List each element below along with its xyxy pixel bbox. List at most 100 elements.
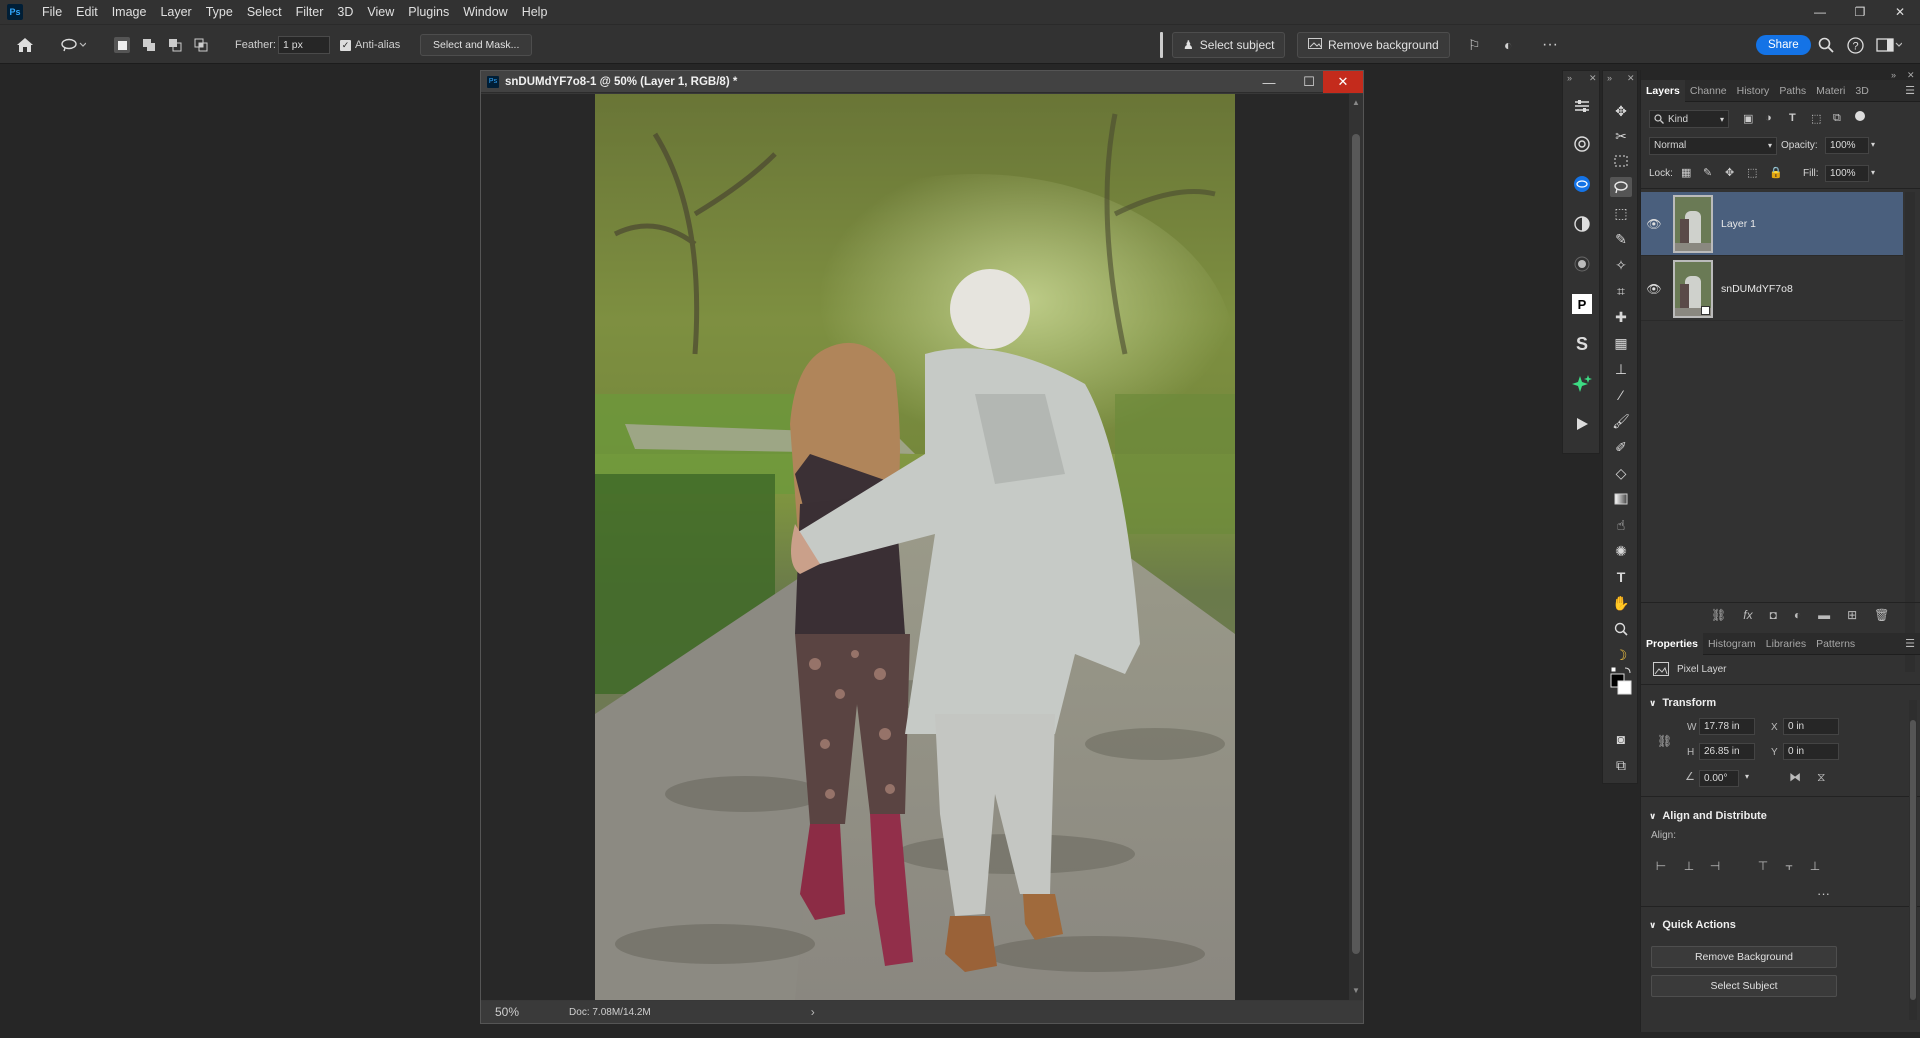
fill-input[interactable]: 100% xyxy=(1825,165,1869,182)
workspace-icon[interactable] xyxy=(1876,25,1902,65)
tab-properties[interactable]: Properties xyxy=(1641,632,1703,655)
angle-chevron-icon[interactable]: ▾ xyxy=(1745,772,1749,781)
canvas-area[interactable] xyxy=(481,94,1349,1000)
opacity-input[interactable]: 100% xyxy=(1825,137,1869,154)
filter-type-icon[interactable]: T xyxy=(1789,112,1796,124)
zoom-tool-icon[interactable] xyxy=(1610,619,1632,639)
artboard-tool-icon[interactable]: ✂ xyxy=(1610,126,1632,146)
plugin-p-panel-icon[interactable]: P xyxy=(1571,293,1593,315)
marquee-tool-icon[interactable] xyxy=(1610,151,1632,171)
eye-icon[interactable]: 👁 xyxy=(1641,217,1667,231)
menu-filter[interactable]: Filter xyxy=(289,0,331,24)
history-brush-tool-icon[interactable]: ✐ xyxy=(1610,437,1632,457)
color-panel-icon[interactable] xyxy=(1571,213,1593,235)
brush-tool-icon[interactable]: 🖌 xyxy=(1610,411,1632,431)
actions-play-icon[interactable] xyxy=(1571,413,1593,435)
layer-name[interactable]: Layer 1 xyxy=(1721,218,1756,230)
filter-shape-icon[interactable]: ⬚ xyxy=(1811,112,1821,125)
tab-patterns[interactable]: Patterns xyxy=(1811,633,1860,655)
remove-background-button[interactable]: Remove background xyxy=(1297,32,1450,58)
properties-scrollbar[interactable] xyxy=(1909,700,1917,1020)
lock-transparent-icon[interactable]: ▦ xyxy=(1681,166,1691,179)
lasso-tool-preset-icon[interactable] xyxy=(60,25,86,65)
sparkle-panel-icon[interactable] xyxy=(1571,373,1593,395)
app-minimize-button[interactable]: — xyxy=(1800,0,1840,24)
align-center-horizontal-icon[interactable]: ⊥ xyxy=(1681,858,1697,874)
healing-brush-tool-icon[interactable]: ✚ xyxy=(1610,307,1632,327)
menu-3d[interactable]: 3D xyxy=(330,0,360,24)
link-layers-icon[interactable]: ⛓ xyxy=(1711,608,1726,622)
fill-chevron-icon[interactable]: ▾ xyxy=(1871,168,1875,177)
quick-select-subject-button[interactable]: Select Subject xyxy=(1651,975,1837,997)
quick-remove-background-button[interactable]: Remove Background xyxy=(1651,946,1837,968)
tab-materials[interactable]: Materi xyxy=(1811,80,1850,102)
plugin-s-panel-icon[interactable]: S xyxy=(1571,333,1593,355)
new-adjustment-icon[interactable]: ◐ xyxy=(1794,608,1801,622)
scroll-up-icon[interactable]: ▲ xyxy=(1352,98,1360,107)
select-subject-button[interactable]: ♟ Select subject xyxy=(1172,32,1286,58)
lock-all-icon[interactable]: 🔒 xyxy=(1769,166,1783,179)
navigator-panel-icon[interactable] xyxy=(1571,133,1593,155)
lock-position-icon[interactable]: ✥ xyxy=(1725,166,1734,179)
scrollbar-thumb[interactable] xyxy=(1352,134,1360,954)
photo-canvas[interactable] xyxy=(595,94,1235,1000)
banana-tool-icon[interactable]: ☽ xyxy=(1610,645,1632,665)
blend-mode-select[interactable]: Normal ▾ xyxy=(1649,137,1777,155)
menu-edit[interactable]: Edit xyxy=(69,0,105,24)
properties-menu-icon[interactable]: ☰ xyxy=(1905,637,1915,650)
panel-close-icon[interactable]: ✕ xyxy=(1589,73,1597,84)
feather-input[interactable]: 1 px xyxy=(278,36,330,54)
eyedropper-tool-icon[interactable]: ⁄ xyxy=(1610,385,1632,405)
antialias-checkbox[interactable]: ✓ Anti-alias xyxy=(340,25,400,65)
x-input[interactable]: 0 in xyxy=(1783,718,1839,735)
move-tool-icon[interactable]: ✥ xyxy=(1610,101,1632,121)
height-input[interactable]: 26.85 in xyxy=(1699,743,1755,760)
new-layer-icon[interactable]: ⊞ xyxy=(1847,608,1857,622)
search-icon[interactable] xyxy=(1818,25,1834,65)
intersect-selection-icon[interactable] xyxy=(193,25,209,65)
align-bottom-icon[interactable]: ⊥ xyxy=(1807,858,1823,874)
layer-style-fx-icon[interactable]: fx xyxy=(1743,608,1752,622)
menu-help[interactable]: Help xyxy=(515,0,555,24)
tab-histogram[interactable]: Histogram xyxy=(1703,633,1761,655)
zoom-level[interactable]: 50% xyxy=(495,1005,519,1019)
new-selection-icon[interactable] xyxy=(114,25,130,65)
crop-tool-icon[interactable]: ⌗ xyxy=(1610,281,1632,301)
tab-layers[interactable]: Layers xyxy=(1641,79,1685,102)
filter-kind-select[interactable]: Kind ▾ xyxy=(1649,110,1729,128)
quick-selection-tool-icon[interactable]: ✎ xyxy=(1610,229,1632,249)
tab-channels[interactable]: Channe xyxy=(1685,80,1732,102)
y-input[interactable]: 0 in xyxy=(1783,743,1839,760)
stamp-tool-icon[interactable]: ⊥ xyxy=(1610,359,1632,379)
menu-file[interactable]: File xyxy=(35,0,69,24)
sponge-tool-icon[interactable]: ✺ xyxy=(1610,541,1632,561)
status-chevron-icon[interactable]: › xyxy=(811,1005,815,1019)
align-left-icon[interactable]: ⊢ xyxy=(1653,858,1669,874)
transform-section-header[interactable]: ∨ Transform xyxy=(1649,697,1716,709)
hand-tool-icon[interactable]: ✋ xyxy=(1610,593,1632,613)
document-close-button[interactable]: ✕ xyxy=(1323,71,1363,93)
scroll-down-icon[interactable]: ▼ xyxy=(1352,986,1360,995)
eye-panel-icon[interactable] xyxy=(1571,173,1593,195)
adjustments-panel-icon[interactable] xyxy=(1571,95,1593,117)
delete-layer-icon[interactable]: 🗑 xyxy=(1874,608,1889,622)
swap-colors-icon[interactable] xyxy=(1610,666,1632,695)
toolbar-expand-icon[interactable]: » xyxy=(1607,73,1612,83)
brush-settings-panel-icon[interactable] xyxy=(1571,253,1593,275)
tab-paths[interactable]: Paths xyxy=(1774,80,1811,102)
link-dimensions-icon[interactable]: ⛓ xyxy=(1657,734,1672,748)
app-close-button[interactable]: ✕ xyxy=(1880,0,1920,24)
screen-mode-icon[interactable]: ⧉ xyxy=(1610,755,1632,775)
layers-scrollbar[interactable] xyxy=(1905,192,1915,672)
doc-size-info[interactable]: Doc: 7.08M/14.2M xyxy=(569,1007,651,1018)
filter-smart-object-icon[interactable]: ⧉ xyxy=(1833,112,1841,125)
help-icon[interactable]: ? xyxy=(1847,25,1864,65)
quick-actions-section-header[interactable]: ∨ Quick Actions xyxy=(1649,919,1736,931)
opacity-chevron-icon[interactable]: ▾ xyxy=(1871,140,1875,149)
add-to-selection-icon[interactable] xyxy=(141,25,157,65)
flip-horizontal-icon[interactable]: ⧓ xyxy=(1789,770,1801,784)
add-mask-icon[interactable]: ◘ xyxy=(1770,608,1777,622)
subtract-from-selection-icon[interactable] xyxy=(167,25,183,65)
menu-layer[interactable]: Layer xyxy=(153,0,198,24)
share-button[interactable]: Share xyxy=(1756,35,1811,55)
